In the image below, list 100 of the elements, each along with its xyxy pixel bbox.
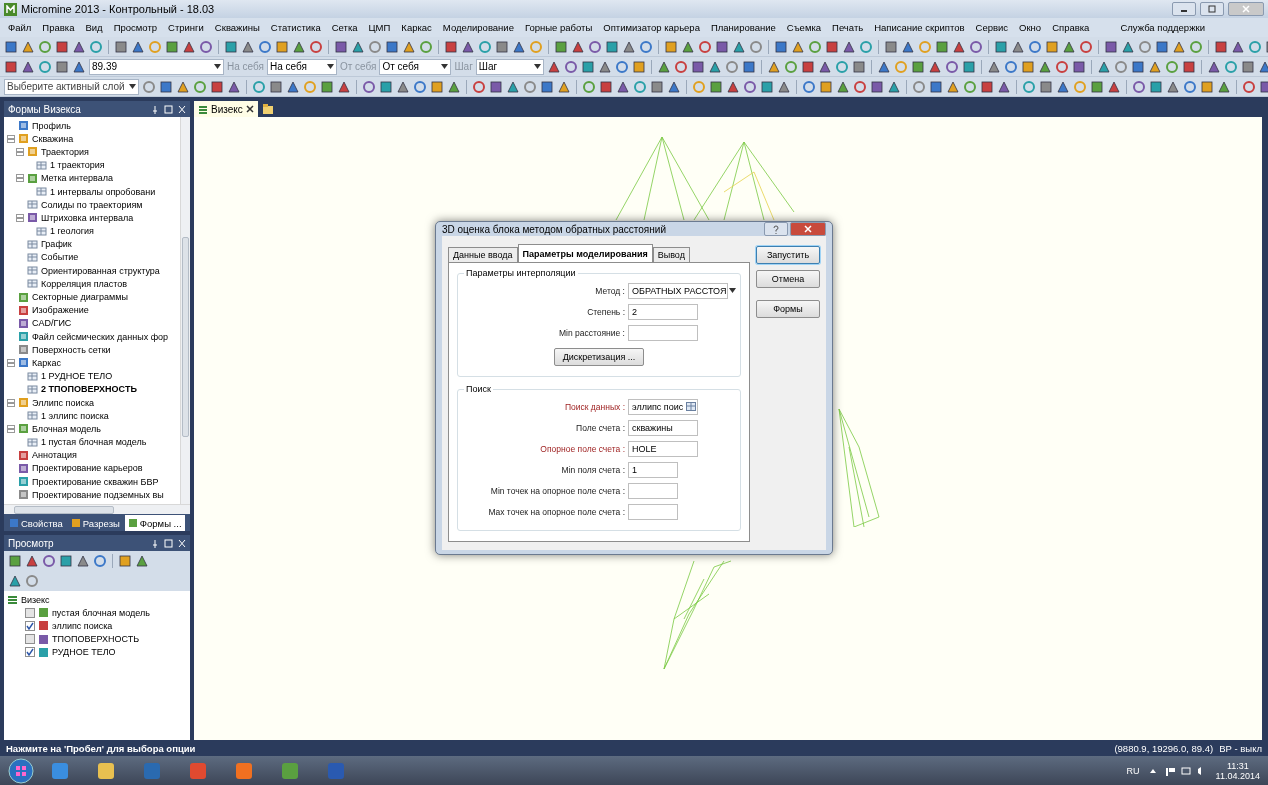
tool-icon[interactable] <box>413 79 427 94</box>
tool-icon[interactable] <box>997 79 1011 94</box>
tool-icon[interactable] <box>227 79 241 94</box>
tool-icon[interactable] <box>269 79 283 94</box>
tool-icon[interactable] <box>489 79 503 94</box>
tool-icon[interactable] <box>1079 39 1093 54</box>
tree-item[interactable]: РУДНОЕ ТЕЛО <box>52 647 116 658</box>
tool-icon[interactable] <box>927 59 942 74</box>
clock-date[interactable]: 11.04.2014 <box>1215 770 1260 781</box>
tool-icon[interactable] <box>961 59 976 74</box>
tree-item[interactable]: Профиль <box>32 120 71 131</box>
input-field[interactable] <box>628 503 678 520</box>
tool-icon[interactable] <box>1090 79 1104 94</box>
tool-icon[interactable] <box>55 39 69 54</box>
tool-icon[interactable] <box>944 59 959 74</box>
tool-icon[interactable] <box>114 39 128 54</box>
input-field[interactable]: 1 <box>628 461 678 478</box>
dropdown-arrow-icon[interactable] <box>729 288 737 293</box>
tool-icon[interactable] <box>72 39 86 54</box>
tree-item[interactable]: Ориентированная структура <box>41 265 160 276</box>
taskbar-app-icon[interactable] <box>50 760 70 781</box>
tool-icon[interactable] <box>664 39 678 54</box>
tool-icon[interactable] <box>472 79 486 94</box>
tool-icon[interactable] <box>599 79 613 94</box>
tool-icon[interactable] <box>292 39 306 54</box>
minimize-button[interactable] <box>1172 2 1196 16</box>
tree-item[interactable]: Проектирование скважин БВР <box>32 476 159 487</box>
tool-icon[interactable] <box>929 79 943 94</box>
tool-icon[interactable] <box>334 39 348 54</box>
tool-icon[interactable] <box>808 39 822 54</box>
tool-icon[interactable] <box>1149 79 1163 94</box>
dialog-button[interactable]: Формы <box>756 300 820 318</box>
tool-icon[interactable] <box>986 59 1001 74</box>
tool-icon[interactable] <box>963 79 977 94</box>
tool-icon[interactable] <box>741 59 756 74</box>
taskbar-app-icon[interactable] <box>188 760 208 781</box>
tool-icon[interactable] <box>444 39 458 54</box>
tool-icon[interactable] <box>351 39 365 54</box>
tool-icon[interactable] <box>142 79 156 94</box>
tool-icon[interactable] <box>707 59 722 74</box>
tree-item[interactable]: 1 траектория <box>50 160 105 171</box>
tool-icon[interactable] <box>1138 39 1152 54</box>
taskbar-app-icon[interactable] <box>96 760 116 781</box>
menu-item[interactable]: Просмотр <box>113 22 158 33</box>
tree-item[interactable]: Изображение <box>32 305 89 316</box>
start-button-icon[interactable] <box>8 757 34 784</box>
checkbox[interactable] <box>25 634 35 645</box>
tool-icon[interactable] <box>1242 79 1256 94</box>
tool-icon[interactable] <box>1200 79 1214 94</box>
menu-item[interactable]: Статистика <box>270 22 321 33</box>
input-field[interactable]: эллипс поис <box>628 398 698 415</box>
tool-icon[interactable] <box>656 59 671 74</box>
dropdown-arrow-icon[interactable] <box>214 64 221 69</box>
away-combo[interactable]: От себя <box>379 58 452 75</box>
tool-icon[interactable] <box>724 59 739 74</box>
input-field[interactable]: скважины <box>628 419 698 436</box>
menu-item[interactable]: Оптимизатор карьера <box>603 22 700 33</box>
tool-icon[interactable] <box>980 79 994 94</box>
tree-item[interactable]: Штриховка интервала <box>41 212 134 223</box>
tool-icon[interactable] <box>1107 79 1121 94</box>
collapse-toggle[interactable] <box>7 398 15 407</box>
tool-icon[interactable] <box>199 39 213 54</box>
tree-item[interactable]: Блочная модель <box>32 423 101 434</box>
tool-icon[interactable] <box>709 79 723 94</box>
tool-icon[interactable] <box>766 59 781 74</box>
tree-item[interactable]: Событие <box>41 252 79 263</box>
tool-icon[interactable] <box>884 39 898 54</box>
tool-icon[interactable] <box>25 574 39 588</box>
tool-icon[interactable] <box>21 59 35 74</box>
tool-icon[interactable] <box>681 39 695 54</box>
input-field[interactable]: HOLE <box>628 440 698 457</box>
tool-icon[interactable] <box>1132 79 1146 94</box>
pin-close-icon[interactable] <box>152 104 186 114</box>
tree-item[interactable]: Секторные диаграммы <box>32 292 128 303</box>
tree-item[interactable]: Проектирование подземных вы <box>32 489 164 500</box>
tool-icon[interactable] <box>1130 59 1145 74</box>
menu-item[interactable]: Правка <box>42 22 75 33</box>
tool-icon[interactable] <box>1003 59 1018 74</box>
tool-icon[interactable] <box>650 79 664 94</box>
tree-item[interactable]: Скважина <box>32 133 74 144</box>
taskbar-app-icon[interactable] <box>234 760 254 781</box>
tree-item[interactable]: Эллипс поиска <box>32 397 95 408</box>
tool-icon[interactable] <box>1164 59 1179 74</box>
tree-item[interactable]: 1 интервалы опробовани <box>50 186 156 197</box>
tool-icon[interactable] <box>800 59 815 74</box>
tool-icon[interactable] <box>614 59 629 74</box>
tool-icon[interactable] <box>1214 39 1228 54</box>
tool-icon[interactable] <box>605 39 619 54</box>
tool-icon[interactable] <box>4 59 18 74</box>
tool-icon[interactable] <box>588 39 602 54</box>
document-tab[interactable]: Визекс <box>194 101 258 117</box>
tool-icon[interactable] <box>698 39 712 54</box>
tool-icon[interactable] <box>1071 59 1086 74</box>
tool-icon[interactable] <box>819 79 833 94</box>
collapse-toggle[interactable] <box>16 213 24 222</box>
tool-icon[interactable] <box>241 39 255 54</box>
checkbox[interactable] <box>25 607 35 618</box>
tool-icon[interactable] <box>258 39 272 54</box>
tool-icon[interactable] <box>210 79 224 94</box>
tool-icon[interactable] <box>836 79 850 94</box>
